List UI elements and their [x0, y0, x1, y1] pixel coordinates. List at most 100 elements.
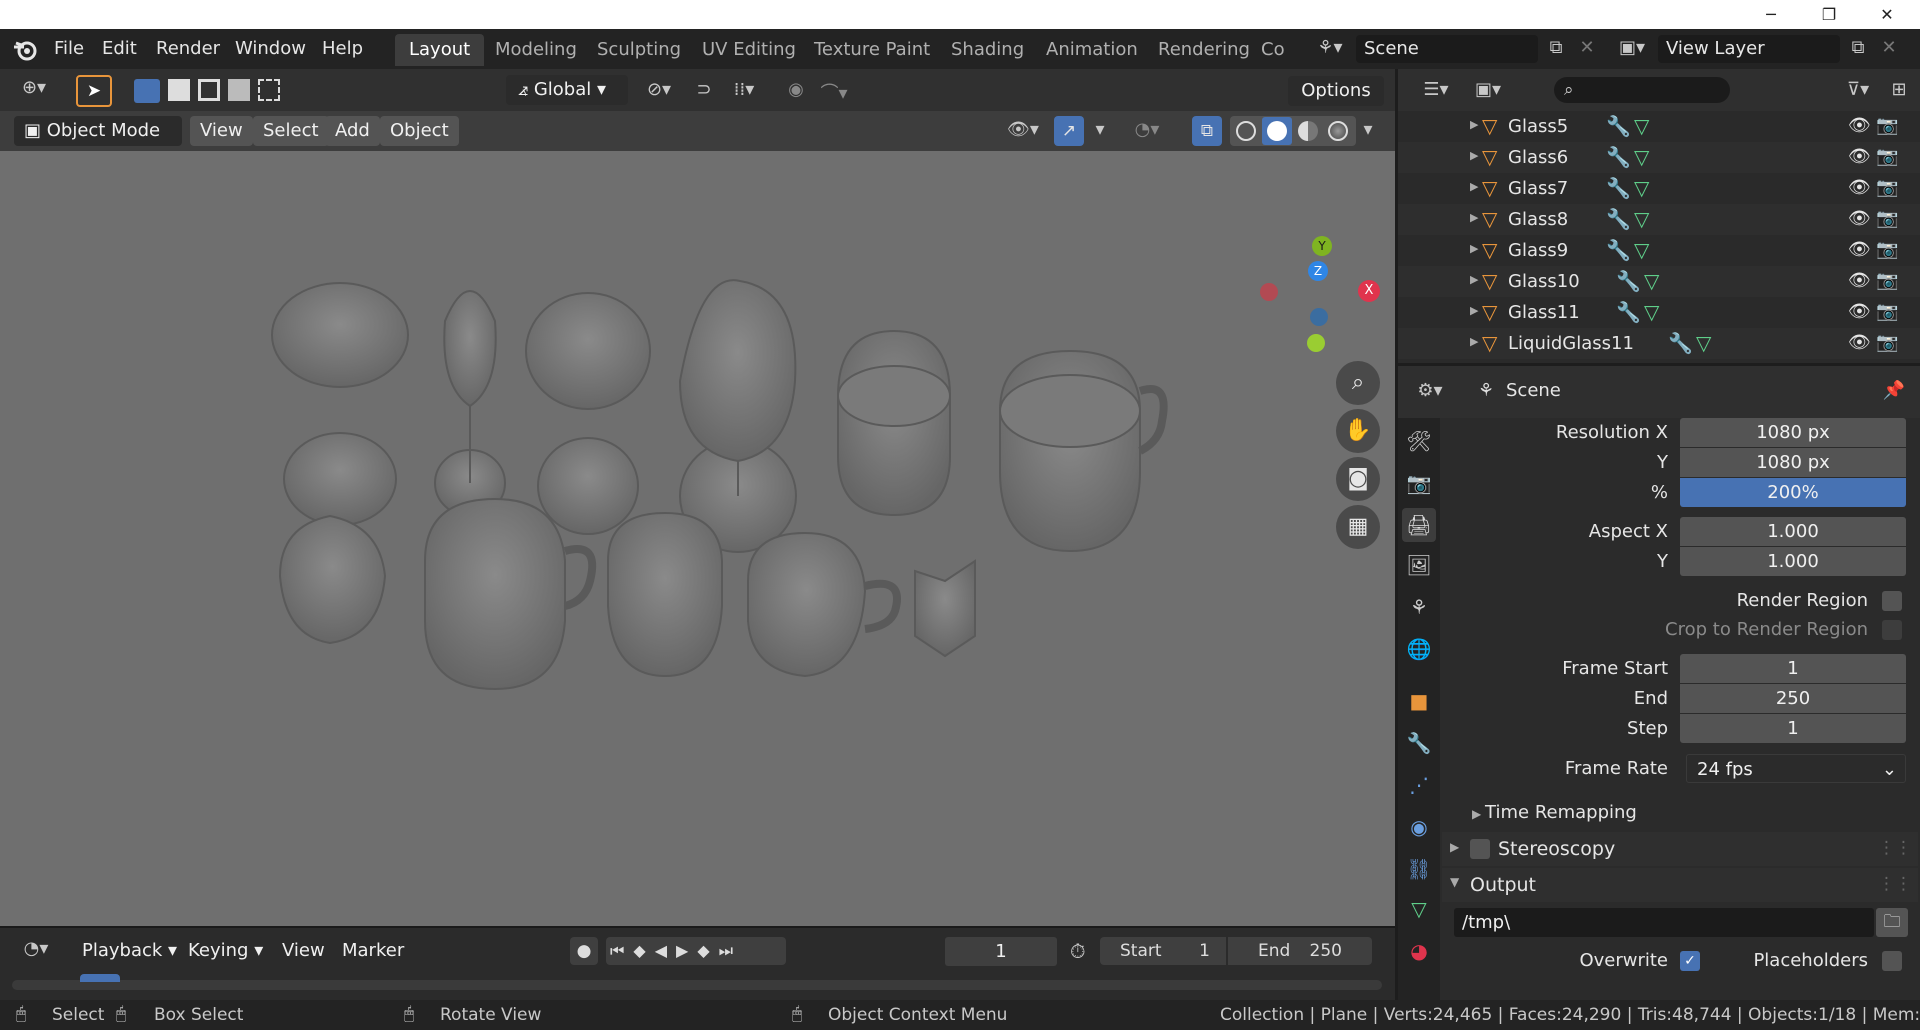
end-frame-field[interactable]: End 250: [1228, 937, 1372, 965]
eye-icon[interactable]: 👁: [1848, 239, 1871, 260]
glass-base-3[interactable]: [537, 437, 639, 535]
view-layer-field[interactable]: View Layer: [1658, 35, 1840, 63]
playback-menu[interactable]: Playback ▾: [72, 936, 187, 966]
expand-arrow-icon[interactable]: ▶: [1470, 242, 1478, 255]
axis-y-label[interactable]: Y: [1312, 236, 1332, 256]
axis-x-label[interactable]: X: [1358, 280, 1380, 302]
material-shading-icon[interactable]: [1298, 121, 1318, 141]
modifier-wrench-icon[interactable]: 🔧: [1606, 145, 1631, 169]
tab-sculpting[interactable]: Sculpting: [583, 34, 695, 66]
scene-tab-icon[interactable]: ⚘: [1402, 590, 1436, 624]
tab-texture-paint[interactable]: Texture Paint: [800, 34, 944, 66]
world-tab-icon[interactable]: 🌐: [1402, 632, 1436, 666]
tab-compositing[interactable]: Co: [1255, 34, 1291, 66]
view-layer-icon[interactable]: ▣▾: [1612, 37, 1652, 58]
expand-arrow-icon[interactable]: ▶: [1470, 211, 1478, 224]
output-path-field[interactable]: /tmp\: [1454, 908, 1874, 937]
visibility-icon[interactable]: 👁▾: [1000, 119, 1046, 140]
marker-menu[interactable]: Marker: [332, 936, 414, 966]
add-menu[interactable]: Add: [325, 116, 380, 146]
time-remapping-panel[interactable]: ▶ Time Remapping: [1472, 802, 1637, 823]
camera-render-icon[interactable]: 📷: [1876, 301, 1898, 322]
solid-shading-icon[interactable]: [1262, 117, 1292, 145]
modifier-wrench-icon[interactable]: 🔧: [1606, 176, 1631, 200]
select-extend-icon[interactable]: [168, 79, 190, 101]
grid-icon[interactable]: ▦: [1336, 505, 1380, 549]
glass-bowl-1[interactable]: [271, 282, 409, 388]
glass-bowl-2[interactable]: [443, 290, 497, 408]
glass-bowl-4[interactable]: [678, 279, 797, 463]
mesh-data-icon[interactable]: ▽: [1634, 114, 1649, 138]
overwrite-checkbox[interactable]: ✓: [1680, 951, 1700, 971]
expand-arrow-icon[interactable]: ▶: [1470, 304, 1478, 317]
axis-neg-z[interactable]: [1310, 308, 1328, 326]
new-collection-icon[interactable]: ⊞: [1886, 79, 1912, 100]
new-view-layer-icon[interactable]: ⧉: [1844, 37, 1872, 58]
tumbler-2[interactable]: [607, 511, 723, 678]
eye-icon[interactable]: 👁: [1848, 177, 1871, 198]
outliner-item-label[interactable]: LiquidGlass11: [1508, 333, 1634, 354]
playback-controls[interactable]: ⏮◆◀▶◆⏭: [606, 937, 786, 965]
mesh-data-icon[interactable]: ▽: [1634, 238, 1649, 262]
select-tool-icon[interactable]: ➤: [76, 75, 112, 107]
tab-rendering[interactable]: Rendering: [1144, 34, 1264, 66]
placeholders-checkbox[interactable]: [1882, 951, 1902, 971]
outliner-row[interactable]: ▶ ▽ LiquidGlass11 🔧 ▽ 👁 📷: [1398, 328, 1920, 359]
eye-icon[interactable]: 👁: [1848, 332, 1871, 353]
outliner-row[interactable]: ▶ ▽ Glass11 🔧 ▽ 👁 📷: [1398, 297, 1920, 328]
xray-icon[interactable]: ⧉: [1192, 116, 1222, 146]
render-tab-icon[interactable]: 📷: [1402, 466, 1436, 500]
camera-icon[interactable]: ◙: [1336, 457, 1380, 501]
axis-neg-x[interactable]: [1260, 283, 1278, 301]
stopwatch-icon[interactable]: ⏱: [1070, 939, 1096, 965]
prev-keyframe-icon[interactable]: ◆: [633, 941, 654, 960]
camera-render-icon[interactable]: 📷: [1876, 332, 1898, 353]
mesh-data-icon[interactable]: ▽: [1634, 176, 1649, 200]
snap-toggle-icon[interactable]: ⊃: [690, 79, 718, 100]
tab-animation[interactable]: Animation: [1032, 34, 1152, 66]
minimize-button[interactable]: ─: [1742, 0, 1800, 29]
expand-arrow-icon[interactable]: ▶: [1470, 273, 1478, 286]
mesh-data-icon[interactable]: ▽: [1696, 331, 1711, 355]
crop-region-checkbox[interactable]: [1882, 620, 1902, 640]
select-intersect-icon[interactable]: [258, 79, 280, 101]
outliner-row[interactable]: ▶ ▽ Glass9 🔧 ▽ 👁 📷: [1398, 235, 1920, 266]
stereoscopy-checkbox[interactable]: [1470, 839, 1490, 859]
modifier-wrench-icon[interactable]: 🔧: [1606, 114, 1631, 138]
delete-view-layer-icon[interactable]: ✕: [1876, 37, 1902, 58]
keying-menu[interactable]: Keying ▾: [178, 936, 273, 966]
menu-edit[interactable]: Edit: [102, 38, 137, 59]
tab-modeling[interactable]: Modeling: [481, 34, 591, 66]
camera-render-icon[interactable]: 📷: [1876, 146, 1898, 167]
physics-tab-icon[interactable]: ◉: [1402, 810, 1436, 844]
outliner-item-label[interactable]: Glass11: [1508, 302, 1580, 323]
close-window-button[interactable]: ✕: [1858, 0, 1916, 29]
axis-z-label[interactable]: Z: [1308, 261, 1328, 281]
scene-selector-icon[interactable]: ⚘▾: [1310, 37, 1350, 58]
rendered-shading-icon[interactable]: [1328, 121, 1348, 141]
tab-uv-editing[interactable]: UV Editing: [688, 34, 810, 66]
expand-arrow-icon[interactable]: ▶: [1470, 149, 1478, 162]
frame-start-field[interactable]: 1: [1680, 654, 1906, 683]
menu-file[interactable]: File: [54, 38, 84, 59]
tab-shading[interactable]: Shading: [937, 34, 1038, 66]
eye-icon[interactable]: 👁: [1848, 146, 1871, 167]
expand-arrow-icon[interactable]: ▶: [1470, 180, 1478, 193]
display-mode-icon[interactable]: ▣▾: [1468, 79, 1508, 100]
outliner-editor-icon[interactable]: ☰▾: [1416, 79, 1456, 100]
menu-render[interactable]: Render: [156, 38, 220, 59]
outliner-item-label[interactable]: Glass5: [1508, 116, 1568, 137]
shading-dropdown-icon[interactable]: ▾: [1358, 119, 1378, 140]
start-frame-field[interactable]: Start 1: [1100, 937, 1226, 965]
eye-icon[interactable]: 👁: [1848, 301, 1871, 322]
modifiers-tab-icon[interactable]: 🔧: [1402, 726, 1436, 760]
select-new-icon[interactable]: [134, 79, 160, 103]
fluted-glass[interactable]: [278, 514, 387, 645]
jump-end-icon[interactable]: ⏭: [719, 941, 742, 960]
stereoscopy-panel[interactable]: ▶ Stereoscopy ⋮⋮: [1442, 832, 1918, 866]
particles-tab-icon[interactable]: ⋰: [1402, 768, 1436, 802]
resolution-x-field[interactable]: 1080 px: [1680, 418, 1906, 447]
camera-render-icon[interactable]: 📷: [1876, 177, 1898, 198]
select-menu[interactable]: Select: [253, 116, 329, 146]
glass-base-1[interactable]: [283, 432, 397, 526]
